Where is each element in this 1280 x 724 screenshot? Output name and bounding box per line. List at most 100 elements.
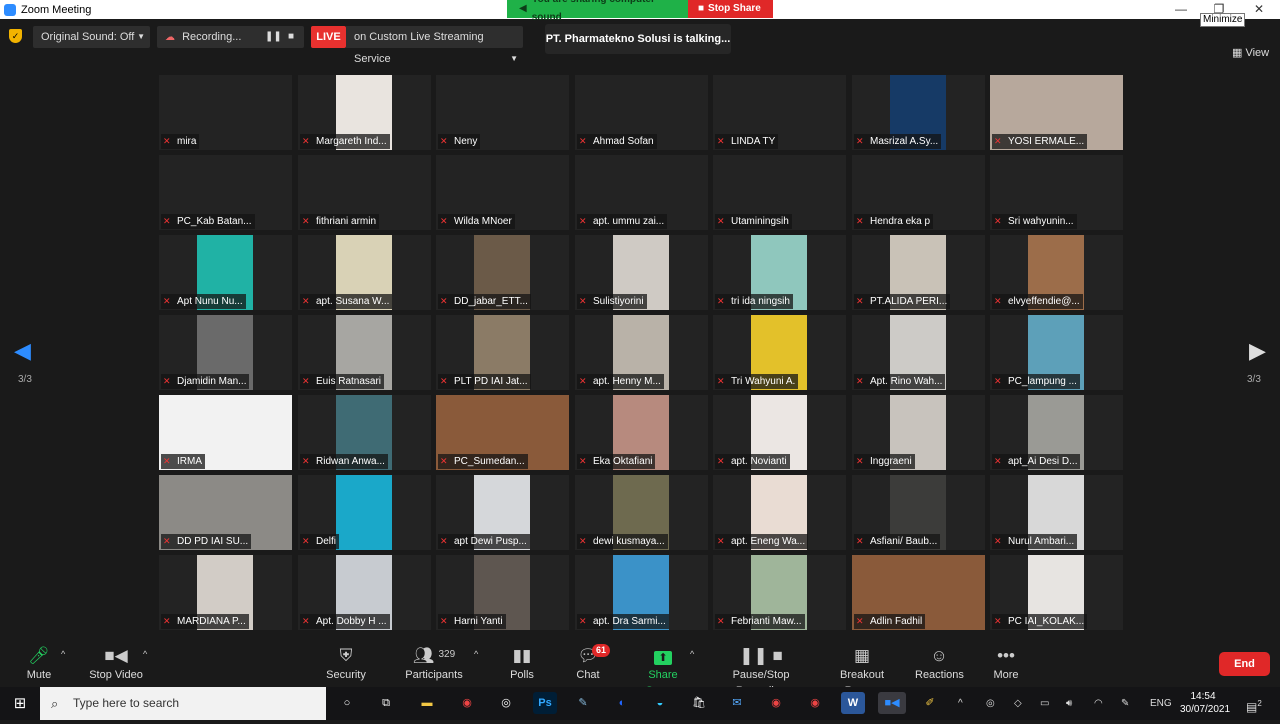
participant-tile[interactable]: ✕ Ahmad Sofan [575,75,708,150]
participant-tile[interactable]: ✕ DD PD IAI SU... [159,475,292,550]
audio-options-chevron-icon[interactable]: ^ [61,649,65,659]
language-indicator[interactable]: ENG [1150,687,1172,720]
polls-button[interactable]: ▮▮ Polls [502,641,542,687]
notifications-icon[interactable]: ▤2 [1246,687,1262,720]
battery-icon[interactable]: ▭ [1040,687,1049,720]
participants-chevron-icon[interactable]: ^ [474,649,478,659]
participant-tile[interactable]: ✕ PLT PD IAI Jat... [436,315,569,390]
show-hidden-icons-icon[interactable]: ^ [958,687,963,720]
stop-recording-icon[interactable]: ■ [288,26,294,48]
more-button[interactable]: ••• More [990,641,1022,687]
obs-icon[interactable]: ◎ [494,692,518,714]
participant-tile[interactable]: ✕ tri ida ningsih [713,235,846,310]
participant-tile[interactable]: ✕ LINDA TY [713,75,846,150]
live-streaming-dropdown[interactable]: on Custom Live Streaming Service ▼ [346,26,523,65]
chrome-icon[interactable]: ◉ [455,692,479,714]
participant-tile[interactable]: ✕ apt. Dra Sarmi... [575,555,708,630]
stop-share-button[interactable]: ■ Stop Share [688,0,773,18]
participant-tile[interactable]: ✕ MARDIANA P... [159,555,292,630]
previous-page-arrow-icon[interactable]: ◀ [14,338,31,364]
firefox-icon[interactable]: ◐ [610,692,634,714]
task-view-icon[interactable]: ⧉ [374,692,398,714]
windows-start-icon[interactable]: ⊞ [0,687,40,720]
participant-tile[interactable]: ✕ fithriani armin [298,155,431,230]
participant-tile[interactable]: ✕ Apt. Rino Wah... [852,315,985,390]
participant-tile[interactable]: ✕ Sulistiyorini [575,235,708,310]
participant-tile[interactable]: ✕ Delfi [298,475,431,550]
encryption-shield-icon[interactable]: ✓ [9,29,22,43]
pen-app-icon[interactable]: ✐ [918,692,942,714]
participant-tile[interactable]: ✕ PC_lampung ... [990,315,1123,390]
participant-tile[interactable]: ✕ PC_Kab Batan... [159,155,292,230]
participant-tile[interactable]: ✕ Harni Yanti [436,555,569,630]
chevron-down-icon[interactable]: ▼ [137,26,145,48]
original-sound-toggle[interactable]: Original Sound: Off ▼ [33,26,150,48]
participant-tile[interactable]: ✕ Margareth Ind... [298,75,431,150]
participant-tile[interactable]: ✕ Apt Nunu Nu... [159,235,292,310]
participant-tile[interactable]: ✕ Djamidin Man... [159,315,292,390]
participant-tile[interactable]: ✕ Ridwan Anwa... [298,395,431,470]
participant-tile[interactable]: ✕ Masrizal A.Sy... [852,75,985,150]
participants-button[interactable]: 👥︎ 329 Participants [404,641,464,687]
chrome-3-icon[interactable]: ◉ [803,692,827,714]
store-icon[interactable]: 🛍︎ [687,692,711,714]
system-clock[interactable]: 14:54 30/07/2021 [1180,690,1230,716]
participant-tile[interactable]: ✕ Wilda MNoer [436,155,569,230]
participant-tile[interactable]: ✕ Tri Wahyuni A. [713,315,846,390]
stop-video-button[interactable]: ■◀ Stop Video [88,641,144,687]
pause-recording-icon[interactable]: ❚❚ [265,26,282,48]
chevron-down-icon[interactable]: ▼ [510,48,518,70]
participant-tile[interactable]: ✕ Inggraeni [852,395,985,470]
participant-tile[interactable]: ✕ PC IAI_KOLAK... [990,555,1123,630]
volume-icon[interactable]: 🔊︎ [1066,687,1072,720]
participant-tile[interactable]: ✕ apt_Ai Desi D... [990,395,1123,470]
edge-icon[interactable]: ◒ [648,692,672,714]
participant-tile[interactable]: ✕ Apt. Dobby H ... [298,555,431,630]
participant-tile[interactable]: ✕ IRMA [159,395,292,470]
participant-tile[interactable]: ✕ Utaminingsih [713,155,846,230]
participant-tile[interactable]: ✕ Eka Oktafiani [575,395,708,470]
pause-stop-recording-button[interactable]: ❚❚ ■ Pause/Stop Recording [708,641,814,697]
photoshop-icon[interactable]: Ps [533,692,557,714]
paint-icon[interactable]: ✎ [571,692,595,714]
participant-tile[interactable]: ✕ elvyeffendie@... [990,235,1123,310]
share-options-chevron-icon[interactable]: ^ [690,649,694,659]
file-explorer-icon[interactable]: ▬ [415,692,439,714]
participant-tile[interactable]: ✕ Neny [436,75,569,150]
close-window-button[interactable]: ✕ [1240,0,1278,19]
participant-tile[interactable]: ✕ apt. Novianti [713,395,846,470]
word-icon[interactable]: W [841,692,865,714]
wifi-icon[interactable]: ◠ [1094,687,1103,720]
pen-tray-icon[interactable]: ✎ [1121,687,1129,720]
taskbar-search-box[interactable]: ⌕ Type here to search [40,687,326,720]
participant-tile[interactable]: ✕ YOSI ERMALE... [990,75,1123,150]
participant-tile[interactable]: ✕ Euis Ratnasari [298,315,431,390]
participant-tile[interactable]: ✕ dewi kusmaya... [575,475,708,550]
next-page-arrow-icon[interactable]: ▶ [1249,338,1266,364]
participant-tile[interactable]: ✕ Hendra eka p [852,155,985,230]
participant-tile[interactable]: ✕ mira [159,75,292,150]
participant-tile[interactable]: ✕ apt. Henny M... [575,315,708,390]
participant-tile[interactable]: ✕ PT.ALIDA PERI... [852,235,985,310]
participant-tile[interactable]: ✕ DD_jabar_ETT... [436,235,569,310]
participant-tile[interactable]: ✕ Asfiani/ Baub... [852,475,985,550]
participant-tile[interactable]: ✕ apt Dewi Pusp... [436,475,569,550]
participant-tile[interactable]: ✕ apt. Susana W... [298,235,431,310]
share-screen-button[interactable]: ⬆ Share Screen [630,641,696,697]
participant-tile[interactable]: ✕ Febrianti Maw... [713,555,846,630]
video-options-chevron-icon[interactable]: ^ [143,649,147,659]
mail-icon[interactable]: ✉ [725,692,749,714]
minimize-window-button[interactable]: — [1162,0,1200,19]
reactions-button[interactable]: ☺ Reactions [915,641,964,687]
zoom-taskbar-icon[interactable]: ■◀ [878,692,906,714]
breakout-rooms-button[interactable]: ▦ Breakout Rooms [822,641,902,697]
participant-tile[interactable]: ✕ Adlin Fadhil [852,555,985,630]
cortana-icon[interactable]: ○ [335,692,359,714]
participant-tile[interactable]: ✕ Sri wahyunin... [990,155,1123,230]
participant-tile[interactable]: ✕ apt. ummu zai... [575,155,708,230]
chrome-2-icon[interactable]: ◉ [764,692,788,714]
dropbox-tray-icon[interactable]: ◇ [1014,687,1022,720]
security-button[interactable]: ⛨ Security [322,641,370,687]
participant-tile[interactable]: ✕ Nurul Ambari... [990,475,1123,550]
view-button[interactable]: ▦ View [1232,46,1269,59]
